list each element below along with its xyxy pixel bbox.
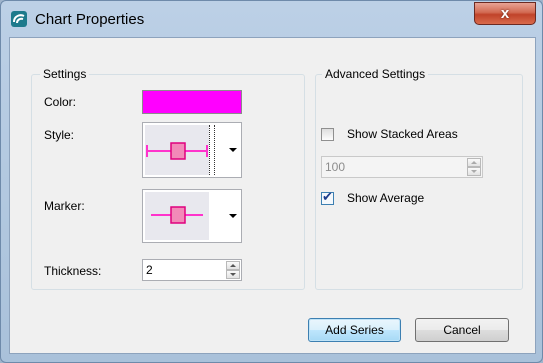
window-title: Chart Properties <box>35 11 145 28</box>
marker-combobox[interactable] <box>142 189 242 243</box>
line-with-square-marker-icon <box>145 125 209 175</box>
thickness-label: Thickness: <box>44 264 102 278</box>
stack-percent-value: 100 <box>325 160 346 174</box>
style-combobox[interactable] <box>142 122 242 178</box>
show-stacked-areas-checkbox[interactable] <box>321 128 334 141</box>
thickness-value[interactable]: 2 <box>146 263 153 277</box>
advanced-settings-caption: Advanced Settings <box>322 67 429 81</box>
checkmark-icon: ✔ <box>322 190 333 205</box>
spin-down-icon <box>467 167 481 176</box>
chevron-down-icon[interactable] <box>229 148 237 152</box>
show-average-checkbox[interactable]: ✔ <box>321 190 334 205</box>
show-stacked-areas-label[interactable]: Show Stacked Areas <box>347 127 458 141</box>
close-button[interactable]: x <box>474 2 536 25</box>
spin-up-icon[interactable] <box>226 261 240 270</box>
settings-group-caption: Settings <box>40 67 90 81</box>
cancel-button[interactable]: Cancel <box>415 318 509 342</box>
focus-indicator <box>209 125 215 175</box>
title-bar[interactable]: Chart Properties x <box>1 1 542 37</box>
stack-percent-spinner: 100 <box>321 156 483 178</box>
spin-down-icon[interactable] <box>226 270 240 279</box>
color-label: Color: <box>44 95 77 109</box>
dialog-body: Settings Color: Style: Marker: Thickness… <box>9 37 536 354</box>
chevron-down-icon[interactable] <box>229 214 237 218</box>
chart-app-icon <box>11 11 27 27</box>
show-average-label[interactable]: Show Average <box>347 191 424 205</box>
thickness-spinner[interactable]: 2 <box>142 259 242 281</box>
chart-properties-dialog: Chart Properties x Settings Color: Style… <box>0 0 543 363</box>
color-swatch[interactable] <box>142 90 242 114</box>
marker-label: Marker: <box>44 199 85 213</box>
spin-up-icon <box>467 158 481 167</box>
add-series-button[interactable]: Add Series <box>308 318 401 342</box>
advanced-settings-group <box>315 74 523 290</box>
square-marker-icon <box>145 192 209 240</box>
style-label: Style: <box>44 128 75 142</box>
close-icon: x <box>500 5 510 22</box>
